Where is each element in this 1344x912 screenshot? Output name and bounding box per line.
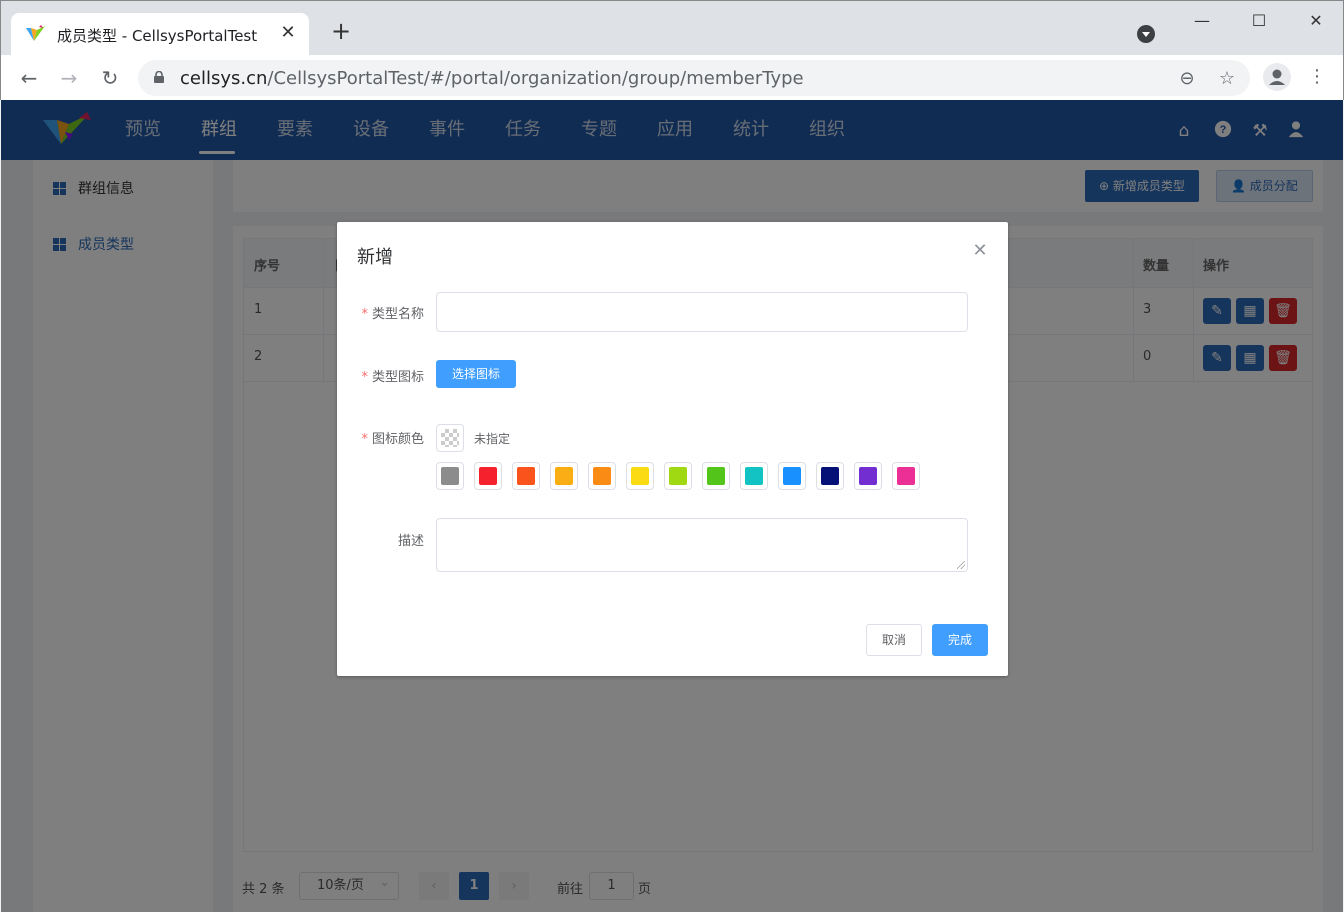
color-swatches (436, 462, 930, 490)
color-swatch-fill (479, 467, 497, 485)
color-swatch[interactable] (550, 462, 578, 490)
color-swatch[interactable] (436, 462, 464, 490)
choose-icon-button[interactable]: 选择图标 (436, 360, 516, 388)
color-swatch-fill (707, 467, 725, 485)
lock-icon (154, 71, 164, 83)
app-favicon-icon (26, 25, 45, 41)
color-swatch[interactable] (512, 462, 540, 490)
bookmark-star-icon[interactable]: ☆ (1216, 68, 1238, 90)
add-dialog: 新增 ✕ * 类型名称 * 类型图标 选择图标 * 图标颜色 未指定 描述 取消 完成 (337, 222, 1008, 676)
icon-color-label: * 图标颜色 (361, 432, 424, 447)
desc-textarea[interactable] (436, 518, 968, 572)
color-none-label: 未指定 (474, 432, 511, 446)
color-swatch[interactable] (778, 462, 806, 490)
type-name-label-text: 类型名称 (371, 307, 424, 322)
cancel-button[interactable]: 取消 (866, 624, 922, 656)
color-swatch[interactable] (588, 462, 616, 490)
color-swatch[interactable] (626, 462, 654, 490)
color-swatch-fill (441, 467, 459, 485)
color-swatch[interactable] (702, 462, 730, 490)
color-swatch-fill (517, 467, 535, 485)
type-name-label: * 类型名称 (361, 307, 424, 322)
url-host: cellsys.cn (180, 68, 268, 89)
confirm-button[interactable]: 完成 (932, 624, 988, 656)
color-swatch[interactable] (474, 462, 502, 490)
color-picker-none[interactable] (436, 424, 464, 452)
browser-tab[interactable]: 成员类型 - CellsysPortalTest ✕ (11, 13, 309, 55)
browser-window: 成员类型 - CellsysPortalTest ✕ + — ☐ ✕ ← → ↻… (0, 0, 1344, 101)
url-path: /CellsysPortalTest/#/portal/organization… (267, 68, 804, 89)
type-name-input[interactable] (436, 292, 968, 332)
url-text: cellsys.cn/CellsysPortalTest/#/portal/or… (180, 68, 804, 89)
color-swatch-fill (745, 467, 763, 485)
tab-close-icon[interactable]: ✕ (277, 22, 299, 44)
tab-search-icon[interactable] (1137, 25, 1155, 43)
zoom-icon[interactable]: ⊖ (1176, 68, 1198, 90)
maximize-icon[interactable]: ☐ (1244, 9, 1274, 33)
color-swatch[interactable] (854, 462, 882, 490)
color-swatch[interactable] (816, 462, 844, 490)
dialog-title: 新增 (357, 247, 393, 268)
color-swatch-fill (783, 467, 801, 485)
color-swatch-fill (593, 467, 611, 485)
color-swatch-fill (555, 467, 573, 485)
address-bar[interactable]: cellsys.cn/CellsysPortalTest/#/portal/or… (138, 60, 1250, 96)
dialog-close-icon[interactable]: ✕ (971, 240, 989, 262)
color-swatch[interactable] (740, 462, 768, 490)
browser-toolbar: ← → ↻ cellsys.cn/CellsysPortalTest/#/por… (1, 55, 1343, 101)
tab-strip: 成员类型 - CellsysPortalTest ✕ + — ☐ ✕ (1, 1, 1343, 55)
color-swatch-fill (631, 467, 649, 485)
type-icon-label-text: 类型图标 (371, 370, 424, 385)
transparent-swatch-icon (441, 429, 459, 447)
profile-avatar-icon[interactable] (1263, 63, 1291, 91)
type-icon-label: * 类型图标 (361, 370, 424, 385)
color-swatch-fill (669, 467, 687, 485)
tab-title: 成员类型 - CellsysPortalTest (57, 27, 258, 45)
back-icon[interactable]: ← (16, 65, 42, 91)
minimize-icon[interactable]: — (1187, 9, 1217, 33)
browser-menu-icon[interactable]: ⋮ (1305, 65, 1329, 89)
forward-icon[interactable]: → (56, 65, 82, 91)
color-swatch[interactable] (664, 462, 692, 490)
desc-label: 描述 (397, 534, 424, 549)
new-tab-icon[interactable]: + (329, 19, 353, 43)
color-swatch-fill (821, 467, 839, 485)
reload-icon[interactable]: ↻ (97, 65, 123, 91)
window-close-icon[interactable]: ✕ (1301, 9, 1331, 33)
icon-color-label-text: 图标颜色 (371, 432, 424, 447)
color-swatch-fill (859, 467, 877, 485)
color-swatch-fill (897, 467, 915, 485)
color-swatch[interactable] (892, 462, 920, 490)
